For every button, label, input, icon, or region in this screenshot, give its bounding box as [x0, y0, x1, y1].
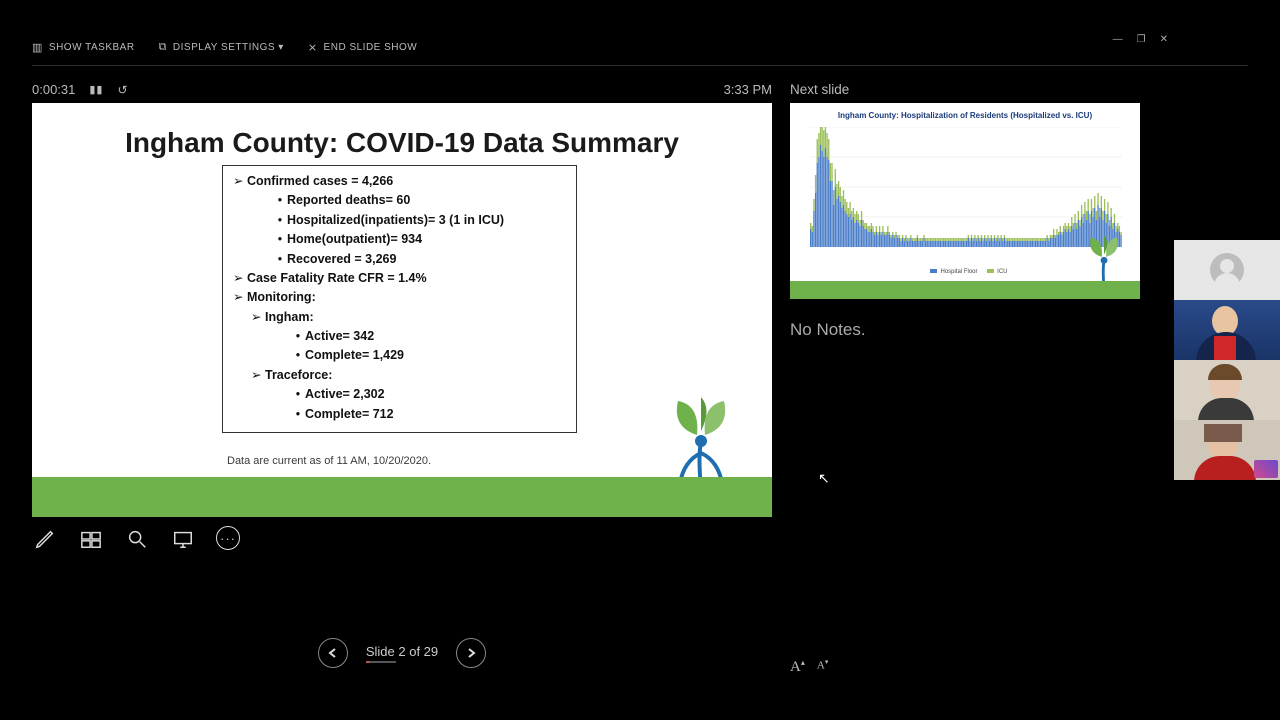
next-slide-button[interactable]	[456, 638, 486, 668]
restore-button[interactable]: ❐	[1137, 34, 1146, 45]
close-button[interactable]: ✕	[1160, 34, 1168, 45]
minimize-button[interactable]: —	[1113, 34, 1123, 45]
next-slide-footer-band	[790, 281, 1140, 299]
recovered: Recovered = 3,269	[287, 250, 396, 269]
monitoring-header: Monitoring:	[247, 288, 316, 307]
ingham-header: Ingham:	[265, 308, 314, 327]
taskbar-icon: ▥	[32, 41, 43, 54]
see-all-slides-button[interactable]	[78, 526, 104, 552]
display-icon: ⧉	[159, 41, 167, 54]
show-taskbar-button[interactable]: ▥ SHOW TASKBAR	[32, 41, 135, 54]
deaths: Reported deaths= 60	[287, 191, 410, 210]
participant-thumb-2[interactable]	[1174, 300, 1280, 360]
slide-counter: Slide 2 of 29	[366, 644, 438, 663]
window-controls: — ❐ ✕	[1113, 34, 1168, 45]
hospitalized: Hospitalized(inpatients)= 3 (1 in ICU)	[287, 211, 504, 230]
font-decrease-button[interactable]: A▾	[817, 658, 828, 676]
hospitalization-chart: 010203040	[810, 127, 1122, 247]
end-slideshow-label: END SLIDE SHOW	[324, 42, 418, 53]
clock: 3:33 PM	[724, 82, 772, 97]
legend-floor: Hospital Floor	[940, 269, 977, 275]
pause-button[interactable]: ▮▮	[89, 83, 103, 96]
more-options-button[interactable]: ···	[216, 526, 240, 550]
black-screen-button[interactable]	[170, 526, 196, 552]
current-slide[interactable]: Ingham County: COVID-19 Data Summary ➢Co…	[32, 103, 772, 517]
slide-nav: Slide 2 of 29	[32, 638, 772, 668]
next-slide-preview[interactable]: Ingham County: Hospitalization of Reside…	[790, 103, 1140, 299]
restart-timer-button[interactable]: ↺	[117, 83, 127, 97]
presenter-toolbar: ▥ SHOW TASKBAR ⧉ DISPLAY SETTINGS ▾ ⨯ EN…	[32, 36, 1248, 58]
prev-slide-button[interactable]	[318, 638, 348, 668]
cfr: Case Fatality Rate CFR = 1.4%	[247, 269, 427, 288]
next-slide-title: Ingham County: Hospitalization of Reside…	[790, 111, 1140, 120]
next-slide-header: Next slide	[790, 82, 1140, 97]
slide-counter-text: Slide 2 of 29	[366, 644, 438, 659]
legend-icu: ICU	[997, 269, 1007, 275]
traceforce-header: Traceforce:	[265, 366, 332, 385]
zoom-tool[interactable]	[124, 526, 150, 552]
participant-thumb-1[interactable]	[1174, 240, 1280, 300]
participant-thumb-3[interactable]	[1174, 360, 1280, 420]
display-settings-button[interactable]: ⧉ DISPLAY SETTINGS ▾	[159, 41, 284, 54]
slide-footer-band	[32, 477, 772, 517]
font-increase-button[interactable]: A▴	[790, 658, 805, 676]
traceforce-active: Active= 2,302	[305, 385, 385, 404]
video-thumbnails	[1174, 240, 1280, 480]
end-icon: ⨯	[308, 41, 318, 54]
notes-panel[interactable]: No Notes.	[790, 320, 866, 340]
elapsed-time: 0:00:31	[32, 82, 75, 97]
slide-title: Ingham County: COVID-19 Data Summary	[32, 127, 772, 159]
presenter-tools: ···	[32, 526, 240, 552]
traceforce-complete: Complete= 712	[305, 405, 394, 424]
as-of-note: Data are current as of 11 AM, 10/20/2020…	[227, 455, 431, 467]
data-box: ➢Confirmed cases = 4,266 •Reported death…	[222, 165, 577, 433]
ingham-active: Active= 342	[305, 327, 374, 346]
confirmed-cases: Confirmed cases = 4,266	[247, 172, 393, 191]
ingham-complete: Complete= 1,429	[305, 346, 404, 365]
mouse-cursor: ↖	[818, 470, 830, 487]
show-taskbar-label: SHOW TASKBAR	[49, 42, 135, 53]
notes-font-buttons: A▴ A▾	[790, 658, 828, 676]
avatar-placeholder-icon	[1210, 253, 1244, 287]
participant-thumb-4[interactable]	[1174, 420, 1280, 480]
timer-row: 0:00:31 ▮▮ ↺ 3:33 PM	[32, 82, 772, 97]
pen-tool[interactable]	[32, 526, 58, 552]
end-slideshow-button[interactable]: ⨯ END SLIDE SHOW	[308, 41, 417, 54]
home-outpatient: Home(outpatient)= 934	[287, 230, 422, 249]
display-settings-label: DISPLAY SETTINGS ▾	[173, 42, 284, 53]
